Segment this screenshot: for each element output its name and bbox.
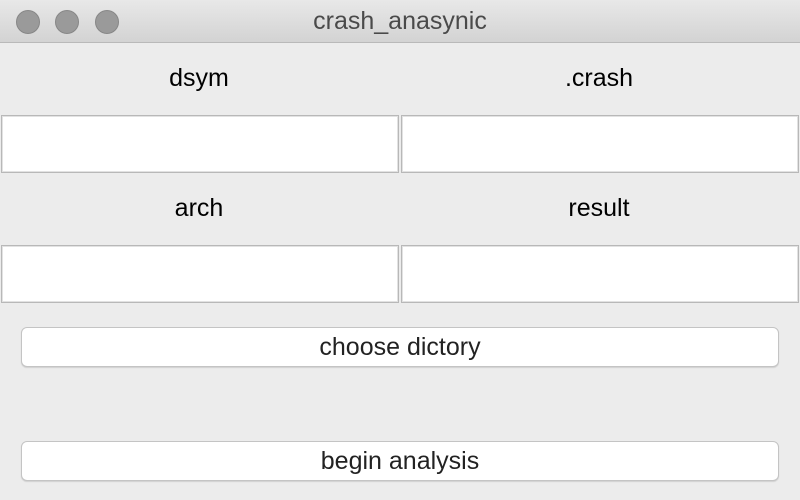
app-window: crash_anasynic dsym .crash arch result c… [0,0,800,500]
begin-analysis-button[interactable]: begin analysis [21,441,779,481]
result-input[interactable] [401,245,799,303]
arch-input[interactable] [1,245,399,303]
crash-label: .crash [564,64,634,92]
result-label: result [568,194,630,222]
crash-input[interactable] [401,115,799,173]
window-title: crash_anasynic [313,7,487,35]
dsym-label: dsym [169,64,229,92]
arch-label: arch [174,194,224,222]
dsym-input[interactable] [1,115,399,173]
choose-directory-button[interactable]: choose dictory [21,327,779,367]
title-bar[interactable]: crash_anasynic [0,0,800,43]
